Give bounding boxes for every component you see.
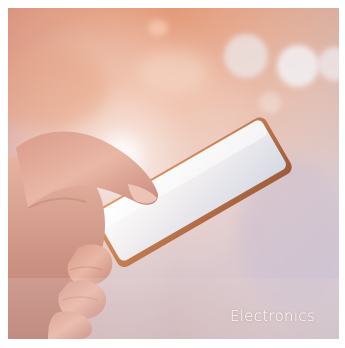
category-caption: Electronics [229, 307, 315, 325]
hand-holding-smartphone-photo [8, 8, 339, 339]
category-tile-electronics[interactable]: Electronics [8, 8, 339, 339]
